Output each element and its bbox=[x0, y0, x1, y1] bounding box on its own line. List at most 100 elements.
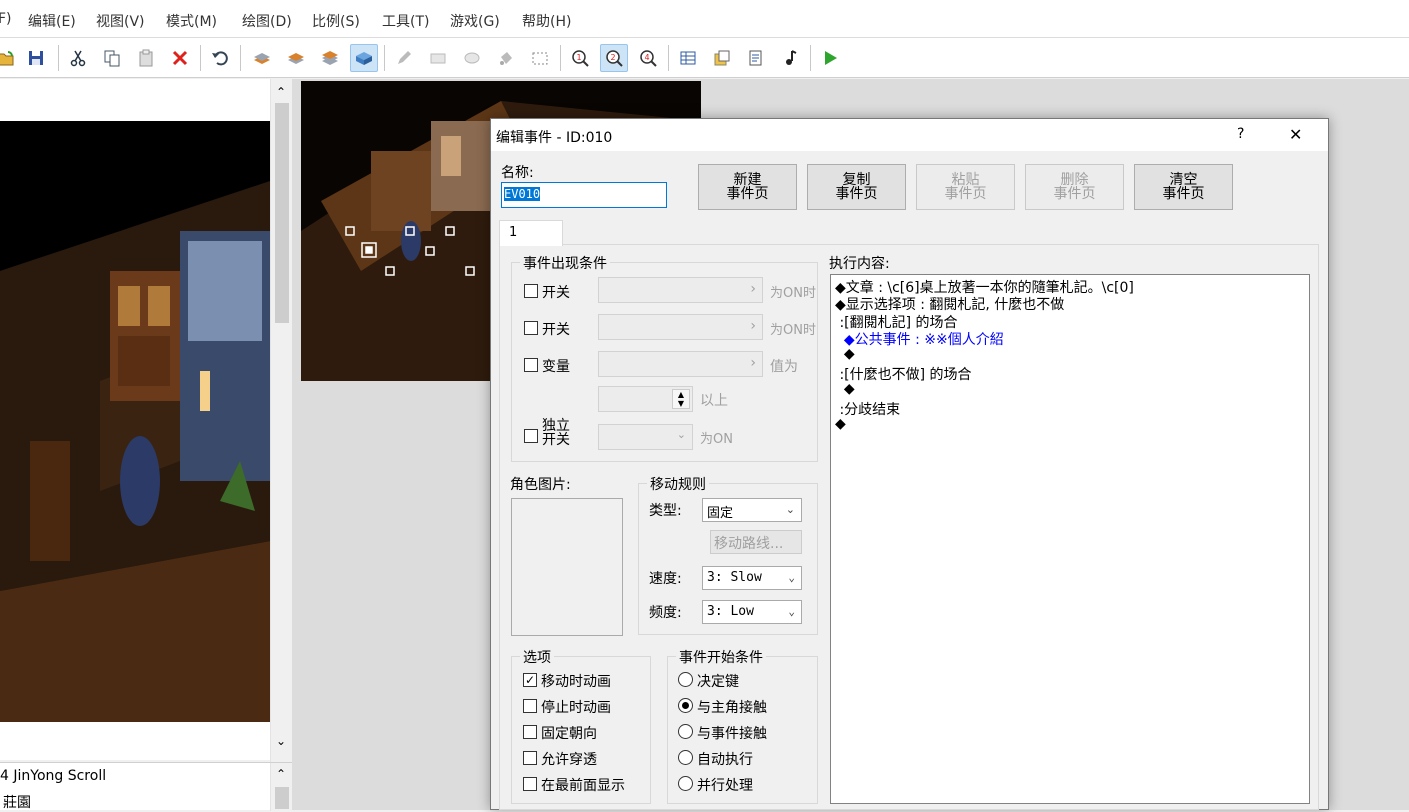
help-button[interactable]: ? bbox=[1237, 126, 1244, 142]
command-line[interactable]: ◆ bbox=[835, 416, 846, 432]
switch2-select[interactable]: › bbox=[598, 314, 763, 340]
database-icon[interactable] bbox=[674, 44, 702, 72]
move-route-button[interactable]: 移动路线... bbox=[710, 530, 802, 554]
menu-edit[interactable]: 编辑(E) bbox=[28, 11, 76, 31]
playtest-icon[interactable] bbox=[816, 44, 844, 72]
layer-2-icon[interactable] bbox=[282, 44, 310, 72]
speed-label: 速度: bbox=[649, 571, 682, 587]
pencil-icon[interactable] bbox=[390, 44, 418, 72]
new-page-button[interactable]: 新建 事件页 bbox=[698, 164, 797, 210]
menu-file-partial[interactable]: F) bbox=[0, 11, 12, 27]
name-label: 名称: bbox=[501, 165, 534, 181]
always-on-top-label: 在最前面显示 bbox=[541, 778, 625, 794]
map-tree-item-jinyong[interactable]: 4 JinYong Scroll bbox=[0, 768, 106, 784]
conditions-group: 事件出现条件 开关 › 为ON时 开关 › 为ON时 变量 › 值为 ▲ ▼ 以上… bbox=[511, 253, 818, 462]
tileset-scrollbar[interactable]: ⌃ ⌄ bbox=[270, 79, 292, 762]
zoom-2-icon[interactable]: 2 bbox=[600, 44, 628, 72]
copy-icon[interactable] bbox=[98, 44, 126, 72]
paste-icon[interactable] bbox=[132, 44, 160, 72]
trigger-player-touch-label: 与主角接触 bbox=[697, 700, 767, 716]
variable-value-spinner[interactable]: ▲ ▼ bbox=[598, 386, 693, 412]
tileset-preview[interactable] bbox=[0, 121, 270, 722]
menu-view[interactable]: 视图(V) bbox=[96, 11, 145, 31]
command-line[interactable]: :[什麼也不做] 的场合 bbox=[835, 364, 971, 384]
self-switch-checkbox[interactable] bbox=[524, 429, 538, 443]
dialog-title: 编辑事件 - ID:010 bbox=[496, 130, 613, 146]
variable-select[interactable]: › bbox=[598, 351, 763, 377]
layer-3-icon[interactable] bbox=[316, 44, 344, 72]
contents-label: 执行内容: bbox=[829, 256, 890, 272]
movement-title: 移动规则 bbox=[647, 474, 709, 494]
menu-scale[interactable]: 比例(S) bbox=[312, 11, 360, 31]
scroll-thumb[interactable] bbox=[275, 787, 289, 809]
copy-page-button[interactable]: 复制 事件页 bbox=[807, 164, 906, 210]
map-tree-item-manor[interactable]: 莊園 bbox=[3, 792, 31, 812]
walk-anim-checkbox[interactable]: ✓ bbox=[523, 673, 537, 687]
trigger-parallel-radio[interactable] bbox=[678, 776, 693, 791]
event-layer-icon[interactable] bbox=[350, 44, 378, 72]
through-label: 允许穿透 bbox=[541, 752, 597, 768]
switch1-checkbox[interactable] bbox=[524, 284, 538, 298]
sound-test-icon[interactable] bbox=[776, 44, 804, 72]
frequency-select[interactable]: 3: Low ⌄ bbox=[702, 600, 802, 624]
zoom-1-icon[interactable]: 1 bbox=[566, 44, 594, 72]
layer-1-icon[interactable] bbox=[248, 44, 276, 72]
select-icon[interactable] bbox=[526, 44, 554, 72]
script-editor-icon[interactable] bbox=[742, 44, 770, 72]
menu-help[interactable]: 帮助(H) bbox=[522, 11, 571, 31]
delete-page-button[interactable]: 删除 事件页 bbox=[1025, 164, 1124, 210]
scroll-up-icon[interactable]: ⌃ bbox=[276, 85, 286, 99]
command-line[interactable]: ◆ bbox=[835, 346, 855, 362]
zoom-4-icon[interactable]: 4 bbox=[634, 44, 662, 72]
scroll-up-icon[interactable]: ⌃ bbox=[276, 767, 286, 781]
always-on-top-checkbox[interactable] bbox=[523, 777, 537, 791]
switch2-checkbox[interactable] bbox=[524, 321, 538, 335]
paste-page-button[interactable]: 粘贴 事件页 bbox=[916, 164, 1015, 210]
close-button[interactable]: ✕ bbox=[1289, 125, 1302, 144]
map-tree-scrollbar[interactable]: ⌃ bbox=[270, 763, 292, 811]
command-line[interactable]: ◆公共事件 : ※※個人介紹 bbox=[835, 329, 1004, 349]
menu-draw[interactable]: 绘图(D) bbox=[242, 11, 292, 31]
save-icon[interactable] bbox=[22, 44, 50, 72]
ellipse-icon[interactable] bbox=[458, 44, 486, 72]
clear-page-button[interactable]: 清空 事件页 bbox=[1134, 164, 1233, 210]
dialog-title-bar: 编辑事件 - ID:010 ? ✕ bbox=[491, 119, 1328, 151]
step-anim-checkbox[interactable] bbox=[523, 699, 537, 713]
command-line[interactable]: ◆显示选择项 : 翻閱札記, 什麼也不做 bbox=[835, 294, 1064, 314]
variable-checkbox[interactable] bbox=[524, 358, 538, 372]
undo-icon[interactable] bbox=[206, 44, 234, 72]
event-command-list[interactable]: ◆文章 : \c[6]桌上放著一本你的隨筆札記。\c[0] ◆显示选择项 : 翻… bbox=[830, 274, 1310, 804]
delete-icon[interactable] bbox=[166, 44, 194, 72]
scroll-down-icon[interactable]: ⌄ bbox=[276, 734, 286, 748]
edit-event-dialog: 编辑事件 - ID:010 ? ✕ 名称: EV010 新建 事件页 复制 事件页 … bbox=[490, 118, 1329, 810]
type-select[interactable]: 固定 ⌄ bbox=[702, 498, 802, 522]
scroll-thumb[interactable] bbox=[275, 103, 289, 323]
name-field[interactable]: EV010 bbox=[501, 182, 667, 208]
conditions-title: 事件出现条件 bbox=[520, 253, 610, 273]
svg-text:1: 1 bbox=[576, 53, 581, 62]
through-checkbox[interactable] bbox=[523, 751, 537, 765]
self-switch-select[interactable]: ⌄ bbox=[598, 424, 693, 450]
menu-tools[interactable]: 工具(T) bbox=[382, 11, 429, 31]
command-line[interactable]: ◆ bbox=[835, 381, 855, 397]
frequency-label: 频度: bbox=[649, 605, 682, 621]
speed-select[interactable]: 3: Slow ⌄ bbox=[702, 566, 802, 590]
variable-label: 变量 bbox=[542, 359, 570, 375]
trigger-autorun-radio[interactable] bbox=[678, 750, 693, 765]
options-group: 选项 ✓ 移动时动画 停止时动画 固定朝向 允许穿透 在最前面显示 bbox=[511, 647, 651, 804]
fill-icon[interactable] bbox=[492, 44, 520, 72]
rectangle-icon[interactable] bbox=[424, 44, 452, 72]
switch1-select[interactable]: › bbox=[598, 277, 763, 303]
trigger-player-touch-radio[interactable] bbox=[678, 698, 693, 713]
menu-mode[interactable]: 模式(M) bbox=[166, 11, 217, 31]
direction-fix-checkbox[interactable] bbox=[523, 725, 537, 739]
graphic-preview[interactable] bbox=[511, 498, 623, 636]
cut-icon[interactable] bbox=[64, 44, 92, 72]
trigger-action-radio[interactable] bbox=[678, 672, 693, 687]
tab-page-1[interactable]: 1 bbox=[499, 220, 563, 246]
open-project-icon[interactable] bbox=[0, 44, 20, 72]
trigger-event-touch-radio[interactable] bbox=[678, 724, 693, 739]
menu-game[interactable]: 游戏(G) bbox=[450, 11, 500, 31]
material-base-icon[interactable] bbox=[708, 44, 736, 72]
switch1-label: 开关 bbox=[542, 285, 570, 301]
